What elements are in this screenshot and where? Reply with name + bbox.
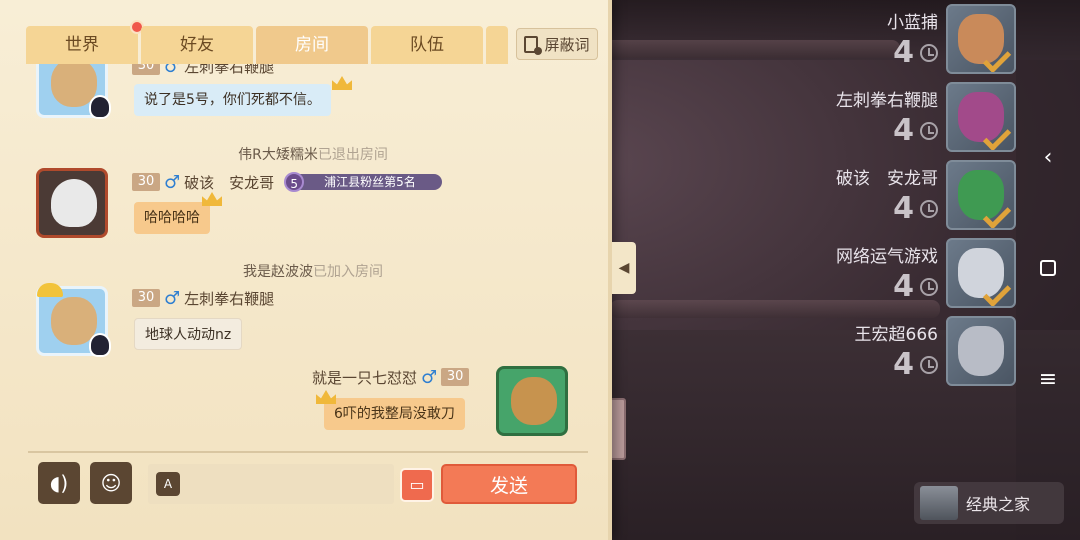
back-icon[interactable]: ‹ xyxy=(1036,146,1060,170)
collapse-chat-button[interactable]: ◀ xyxy=(612,242,636,294)
chat-panel: 世界 好友 房间 队伍 屏蔽词 30 ♂ 左刺拳右鞭腿 说了是5号，你们死都不信… xyxy=(0,0,612,540)
clock-icon xyxy=(920,199,938,218)
chat-input-bar: ◖) ☺ A ▭ 发送 xyxy=(38,462,584,506)
chat-bubble: 地球人动动nz xyxy=(134,318,243,350)
player-avatar xyxy=(946,4,1016,74)
send-button[interactable]: 发送 xyxy=(441,464,577,504)
tab-label: 世界 xyxy=(65,35,99,55)
clock-icon xyxy=(920,277,938,296)
tab-room[interactable]: 房间 xyxy=(256,26,368,64)
fan-title: 浦江县粉丝第5名 xyxy=(294,174,442,190)
voice-icon: ◖) xyxy=(49,471,69,495)
avatar[interactable] xyxy=(36,64,111,119)
lobby-thumbnail xyxy=(920,486,958,520)
caret-left-icon: ◀ xyxy=(618,260,630,276)
block-words-button[interactable]: 屏蔽词 xyxy=(516,28,598,60)
player-name: 王宏超666 xyxy=(854,325,938,345)
tab-team[interactable]: 队伍 xyxy=(371,26,483,64)
male-icon: ♂ xyxy=(164,64,181,77)
player-level: 4 xyxy=(893,347,914,382)
player-row[interactable]: 王宏超666 4 xyxy=(756,312,1016,390)
chat-bubble: 6吓的我整局没敢刀 xyxy=(324,398,465,430)
speech-to-text-icon[interactable]: A xyxy=(156,472,180,496)
player-name: 小蓝捕 xyxy=(887,13,938,33)
message-meta: 30 ♂ 左刺拳右鞭腿 xyxy=(132,287,275,309)
sender-name: 左刺拳右鞭腿 xyxy=(184,64,275,76)
chat-bubble: 说了是5号，你们死都不信。 xyxy=(134,84,331,116)
system-message: 我是赵波波已加入房间 xyxy=(28,261,598,281)
player-level: 4 xyxy=(893,113,914,148)
system-name: 我是赵波波 xyxy=(243,264,313,280)
tab-label: 好友 xyxy=(180,35,214,55)
player-name: 破该 安龙哥 xyxy=(836,169,938,189)
clock-icon xyxy=(920,43,938,62)
message-meta: 就是一只七怼怼 ♂ 30 xyxy=(312,366,470,388)
sender-name: 破该 安龙哥 xyxy=(184,173,275,192)
system-message: 伟R大矮糯米已退出房间 xyxy=(28,144,598,164)
male-icon: ♂ xyxy=(164,287,181,309)
male-icon: ♂ xyxy=(421,366,438,388)
menu-icon[interactable]: ≡ xyxy=(1036,368,1060,392)
system-action: 已加入房间 xyxy=(313,264,383,280)
player-level: 4 xyxy=(893,35,914,70)
message-meta: 30 ♂ 破该 安龙哥 5 浦江县粉丝第5名 xyxy=(132,171,442,193)
player-avatar xyxy=(946,316,1016,386)
player-avatar xyxy=(946,82,1016,152)
tab-friends[interactable]: 好友 xyxy=(141,26,253,64)
crown-icon xyxy=(316,390,336,404)
message-meta: 30 ♂ 左刺拳右鞭腿 xyxy=(132,64,275,77)
level-tag: 30 xyxy=(132,173,160,191)
player-level: 4 xyxy=(893,191,914,226)
tab-overflow[interactable] xyxy=(486,26,508,64)
penguin-icon xyxy=(89,95,111,119)
chat-input[interactable] xyxy=(148,464,394,504)
player-name: 网络运气游戏 xyxy=(836,247,938,267)
male-icon: ♂ xyxy=(164,171,181,193)
player-row[interactable]: 网络运气游戏 4 xyxy=(756,234,1016,312)
hard-hat-icon xyxy=(37,283,63,297)
voice-button[interactable]: ◖) xyxy=(38,462,80,504)
chat-bubble: 哈哈哈哈 xyxy=(134,202,210,234)
crown-icon xyxy=(332,76,352,90)
player-list: 小蓝捕 4 左刺拳右鞭腿 4 破该 安龙哥 4 网络运气游戏 4 王宏超666 … xyxy=(756,0,1016,390)
level-tag: 30 xyxy=(441,368,470,386)
tab-label: 队伍 xyxy=(410,35,444,55)
system-nav-rail: ‹ ≡ xyxy=(1016,0,1080,540)
avatar[interactable] xyxy=(36,168,108,238)
system-name: 伟R大矮糯米 xyxy=(238,147,318,163)
player-row[interactable]: 破该 安龙哥 4 xyxy=(756,156,1016,234)
lobby-label: 经典之家 xyxy=(966,495,1031,514)
penguin-icon xyxy=(89,333,111,357)
tab-label: 房间 xyxy=(295,35,329,55)
system-action: 已退出房间 xyxy=(317,147,388,163)
player-name: 左刺拳右鞭腿 xyxy=(836,91,938,111)
avatar[interactable] xyxy=(496,366,568,436)
avatar[interactable] xyxy=(36,283,111,357)
sender-name: 就是一只七怼怼 xyxy=(312,368,418,387)
chat-tabs: 世界 好友 房间 队伍 xyxy=(26,20,508,64)
player-row[interactable]: 小蓝捕 4 xyxy=(756,0,1016,78)
quick-phrase-button[interactable]: ▭ xyxy=(400,468,434,502)
player-avatar xyxy=(946,238,1016,308)
chat-messages[interactable]: 30 ♂ 左刺拳右鞭腿 说了是5号，你们死都不信。 伟R大矮糯米已退出房间 30… xyxy=(28,64,598,452)
lobby-button[interactable]: 经典之家 xyxy=(914,482,1064,524)
level-tag: 30 xyxy=(132,64,160,75)
sender-name: 左刺拳右鞭腿 xyxy=(184,289,275,308)
crown-icon xyxy=(202,192,222,206)
clock-icon xyxy=(920,355,938,374)
emoji-button[interactable]: ☺ xyxy=(90,462,132,504)
divider xyxy=(28,451,588,453)
clock-icon xyxy=(920,121,938,140)
speech-bubble-icon: ▭ xyxy=(409,475,425,494)
block-words-label: 屏蔽词 xyxy=(544,35,590,54)
home-icon[interactable] xyxy=(1036,258,1060,282)
player-avatar xyxy=(946,160,1016,230)
player-row[interactable]: 左刺拳右鞭腿 4 xyxy=(756,78,1016,156)
player-level: 4 xyxy=(893,269,914,304)
tab-world[interactable]: 世界 xyxy=(26,20,144,64)
mouse-face-icon: ☺ xyxy=(100,471,122,495)
filter-icon xyxy=(524,35,543,55)
level-tag: 30 xyxy=(132,289,160,307)
fan-badge: 5 浦江县粉丝第5名 xyxy=(284,172,442,192)
